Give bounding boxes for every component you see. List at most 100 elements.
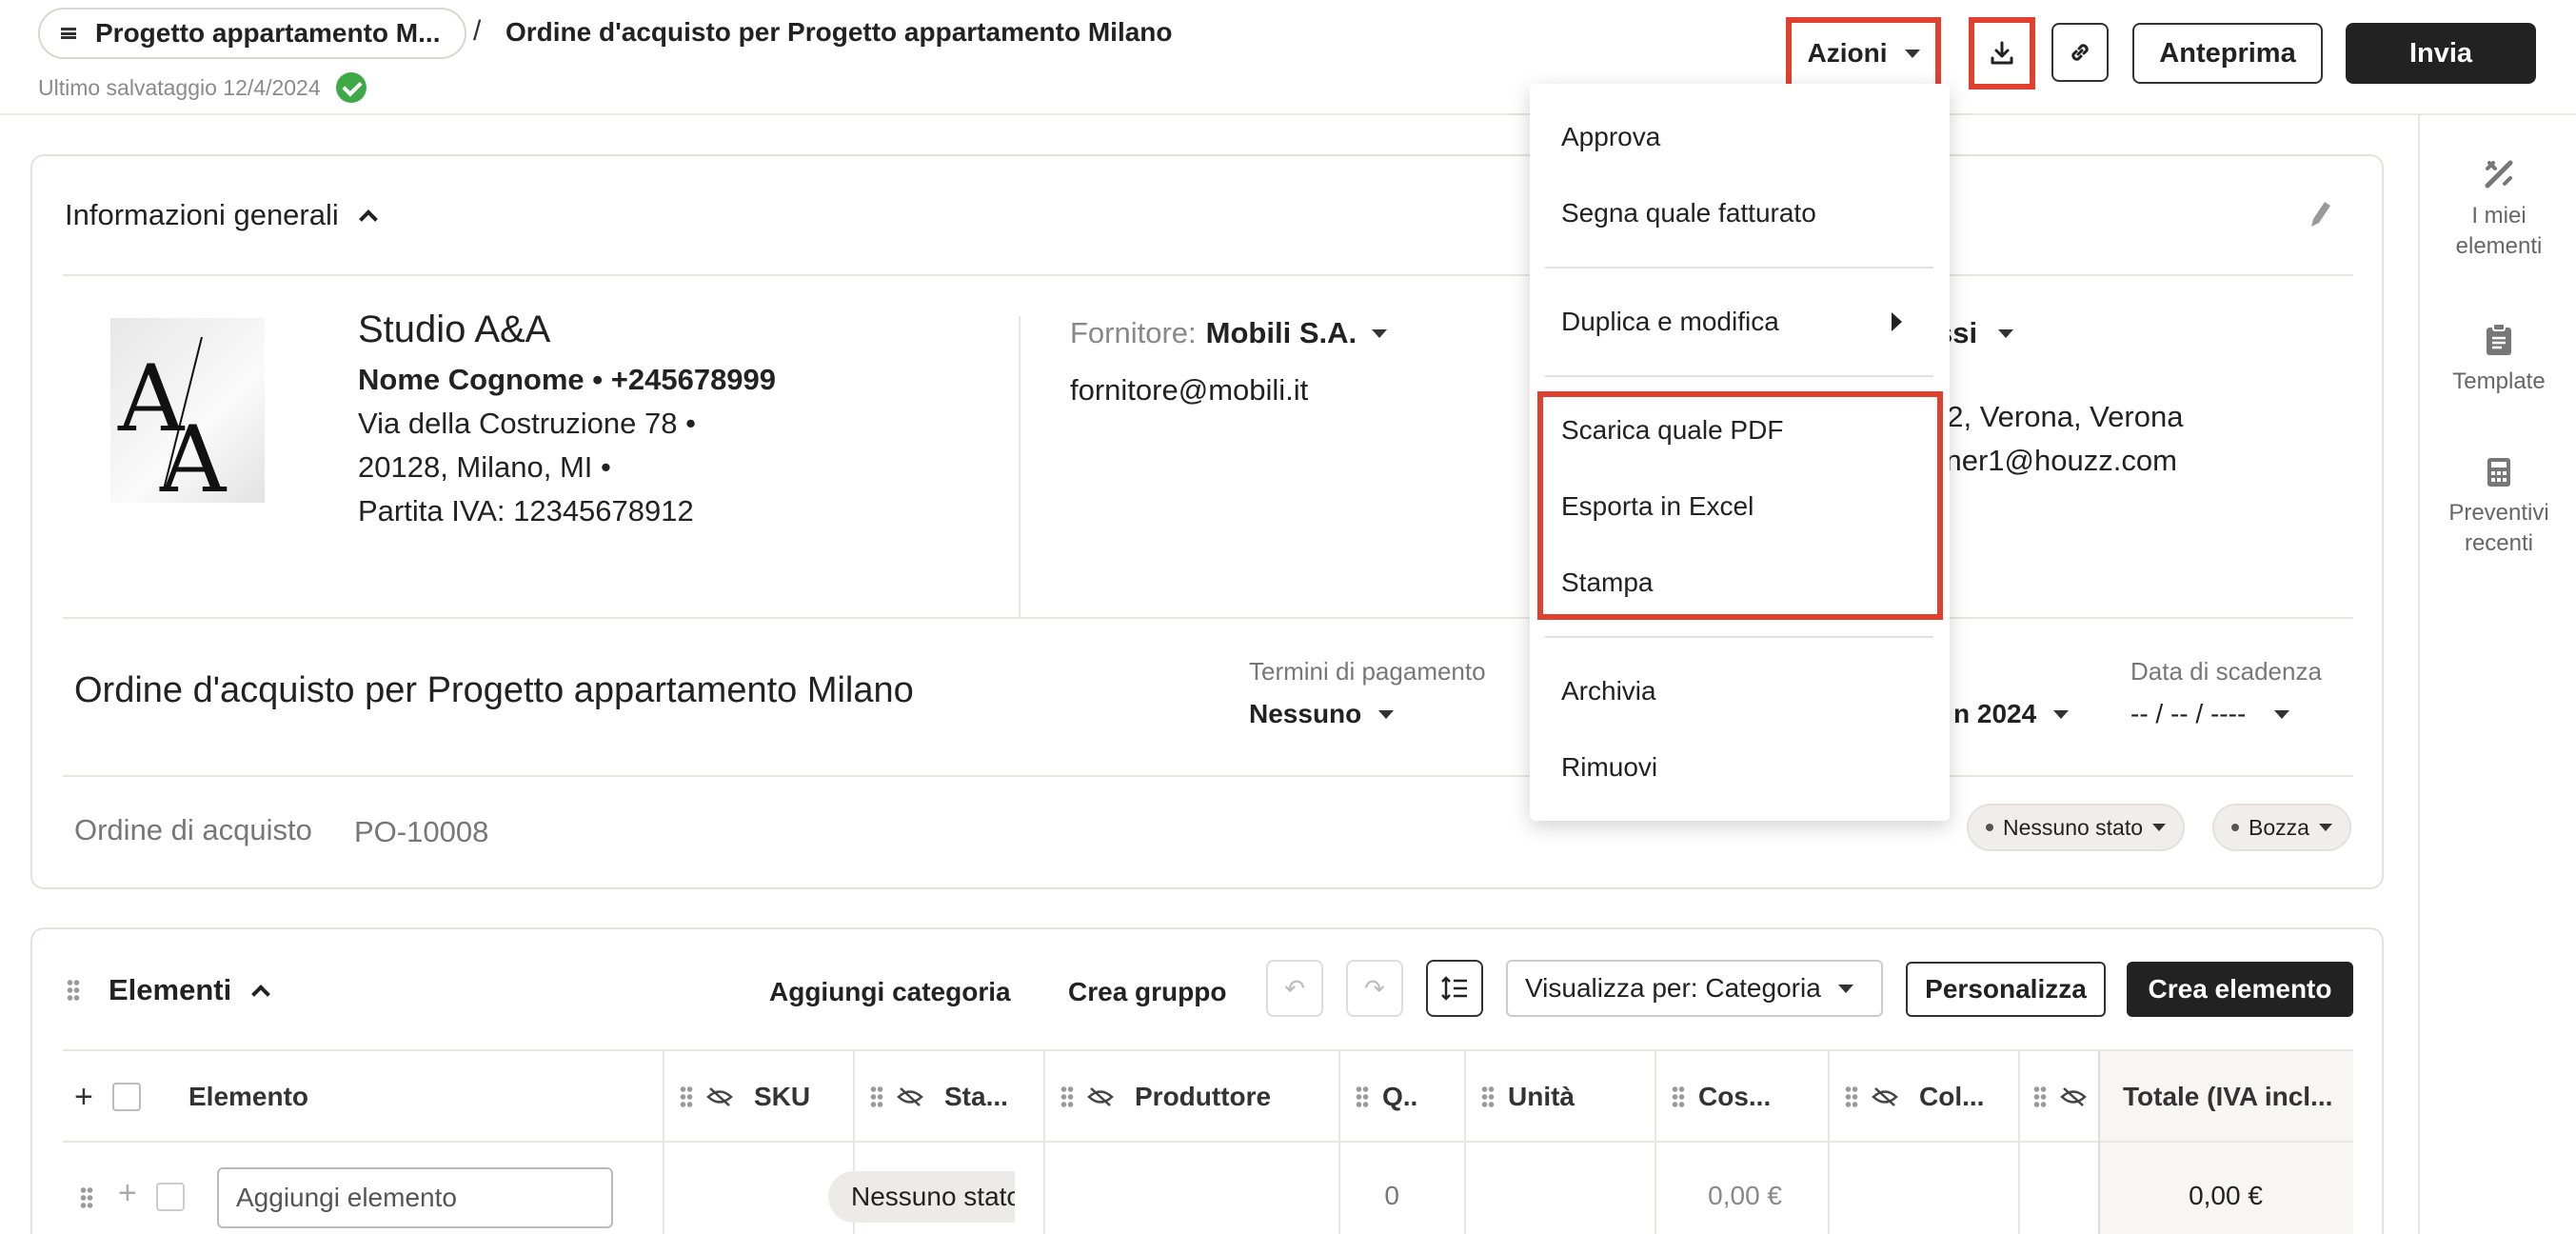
elements-toggle[interactable]: Elementi	[109, 973, 271, 1007]
drag-handle-icon[interactable]	[1060, 1085, 1074, 1108]
menu-item-download-pdf[interactable]: Scarica quale PDF	[1561, 415, 1783, 446]
po-title: Ordine d'acquisto per Progetto appartame…	[74, 670, 914, 710]
page-title: Ordine d'acquisto per Progetto appartame…	[505, 17, 1173, 47]
rail-item-recent-estimates[interactable]: Preventivi recenti	[2420, 456, 2576, 559]
row-cost[interactable]: 0,00 €	[1641, 1181, 1782, 1211]
general-info-toggle[interactable]: Informazioni generali	[65, 198, 378, 232]
column-header-cost[interactable]: Cos...	[1672, 1051, 1771, 1143]
client-details: ssi 12, Verona, Verona vner1@houzz.com	[1931, 316, 2183, 478]
column-header-label: Sta...	[944, 1082, 1008, 1111]
menu-item-export-excel[interactable]: Esporta in Excel	[1561, 491, 1754, 522]
clipboard-icon	[2487, 323, 2511, 355]
chevron-up-icon	[358, 209, 378, 229]
menu-item-remove[interactable]: Rimuovi	[1561, 752, 1657, 783]
general-info-card: Informazioni generali A A Studio A&A Nom…	[30, 154, 2384, 889]
customize-button[interactable]: Personalizza	[1906, 962, 2106, 1017]
row-qty[interactable]: 0	[1308, 1181, 1399, 1211]
send-button[interactable]: Invia	[2346, 23, 2536, 84]
wand-icon	[2485, 160, 2513, 189]
rail-label-line2: elementi	[2455, 233, 2543, 259]
status-dot	[2231, 824, 2239, 831]
caret-down-icon	[1904, 49, 1920, 58]
menu-item-archive[interactable]: Archivia	[1561, 676, 1656, 707]
aa-logo-image: A A	[117, 336, 228, 513]
rail-item-my-elements[interactable]: I miei elementi	[2420, 157, 2576, 262]
row-height-button[interactable]	[1426, 960, 1483, 1017]
menu-item-print[interactable]: Stampa	[1561, 567, 1654, 598]
divider	[63, 775, 2353, 777]
add-row-icon[interactable]: +	[118, 1175, 137, 1212]
drag-handle-icon[interactable]	[67, 979, 80, 1002]
rail-label-line1: Preventivi	[2448, 500, 2549, 526]
column-header-unit[interactable]: Unità	[1481, 1051, 1575, 1143]
caret-down-icon	[2152, 824, 2167, 831]
company-name: Studio A&A	[358, 308, 551, 350]
add-category-button[interactable]: Aggiungi categoria	[769, 977, 1011, 1007]
column-divider	[2018, 1051, 2020, 1234]
company-vat: Partita IVA: 12345678912	[358, 494, 694, 527]
draft-chip-label: Bozza	[2249, 814, 2309, 840]
drag-handle-icon[interactable]	[1481, 1085, 1495, 1108]
column-header-label: Unità	[1508, 1082, 1575, 1111]
column-header-label: Cos...	[1698, 1082, 1772, 1111]
submenu-arrow-icon	[1892, 312, 1902, 331]
column-header-col[interactable]: Col...	[1845, 1051, 1984, 1143]
row-status-chip[interactable]: Nessuno stato	[828, 1171, 1015, 1223]
due-date-label: Data di scadenza	[2130, 657, 2322, 686]
redo-button[interactable]: ↷	[1346, 960, 1403, 1017]
drag-handle-icon[interactable]	[1356, 1085, 1369, 1108]
column-header-manufacturer[interactable]: Produttore	[1060, 1051, 1271, 1143]
client-address: 12, Verona, Verona	[1931, 400, 2184, 433]
supplier-select[interactable]: Fornitore: Mobili S.A.	[1070, 316, 1388, 350]
drag-handle-icon[interactable]	[680, 1085, 693, 1108]
undo-button[interactable]: ↶	[1266, 960, 1323, 1017]
actions-label: Azioni	[1807, 38, 1888, 68]
project-breadcrumb-button[interactable]: Progetto appartamento M...	[38, 8, 467, 59]
column-header-element[interactable]: Elemento	[188, 1051, 308, 1143]
date-select[interactable]: n 2024	[1953, 699, 2070, 729]
due-date-select[interactable]: -- / -- / ----	[2130, 699, 2290, 729]
draft-chip[interactable]: Bozza	[2212, 804, 2351, 851]
rail-item-templates[interactable]: Template	[2420, 323, 2576, 397]
create-group-button[interactable]: Crea gruppo	[1068, 977, 1226, 1007]
breadcrumb-separator: /	[473, 15, 482, 47]
actions-menu: Approva Segna quale fatturato Duplica e …	[1530, 84, 1950, 821]
column-header-total[interactable]: Totale (IVA incl...	[2123, 1051, 2332, 1143]
pencil-icon[interactable]	[2306, 198, 2332, 230]
menu-item-mark-invoiced[interactable]: Segna quale fatturato	[1561, 198, 1816, 229]
row-checkbox[interactable]	[156, 1183, 185, 1211]
drag-handle-icon[interactable]	[1672, 1085, 1685, 1108]
due-date-value: -- / -- / ----	[2130, 699, 2247, 728]
column-header-status[interactable]: Sta...	[870, 1051, 1008, 1143]
column-header-hidden[interactable]	[2033, 1051, 2096, 1143]
add-row-icon[interactable]: +	[74, 1051, 93, 1143]
menu-item-duplicate-edit[interactable]: Duplica e modifica	[1561, 307, 1779, 337]
menu-icon	[61, 28, 76, 39]
view-by-select[interactable]: Visualizza per: Categoria	[1506, 960, 1883, 1017]
select-all-checkbox[interactable]	[112, 1051, 141, 1143]
supplier-details: Fornitore: Mobili S.A. fornitore@mobili.…	[1070, 316, 1388, 408]
download-button[interactable]	[1969, 17, 2035, 90]
add-element-input[interactable]: Aggiungi elemento	[217, 1167, 613, 1228]
drag-handle-icon[interactable]	[870, 1085, 883, 1108]
caret-down-icon	[1998, 328, 2014, 338]
copy-link-button[interactable]	[2051, 23, 2109, 82]
drag-handle-icon[interactable]	[1845, 1085, 1858, 1108]
divider	[63, 274, 2353, 276]
menu-item-approve[interactable]: Approva	[1561, 122, 1660, 152]
client-email: vner1@houzz.com	[1931, 444, 2177, 477]
column-header-qty[interactable]: Q..	[1356, 1051, 1417, 1143]
po-number[interactable]: PO-10008	[354, 815, 488, 849]
create-element-button[interactable]: Crea elemento	[2127, 962, 2353, 1017]
drag-handle-icon[interactable]	[2033, 1085, 2047, 1108]
payment-terms-value: Nessuno	[1249, 699, 1362, 728]
column-header-sku[interactable]: SKU	[680, 1051, 810, 1143]
client-select[interactable]: ssi	[1936, 316, 2183, 350]
company-address-line2: 20128, Milano, MI •	[358, 450, 611, 484]
preview-button[interactable]: Anteprima	[2132, 23, 2323, 84]
actions-dropdown-button[interactable]: Azioni	[1786, 17, 1941, 90]
payment-terms-select[interactable]: Nessuno	[1249, 699, 1395, 729]
status-chip[interactable]: Nessuno stato	[1967, 804, 2186, 851]
status-chip-label: Nessuno stato	[2003, 814, 2144, 840]
drag-handle-icon[interactable]	[80, 1186, 93, 1209]
